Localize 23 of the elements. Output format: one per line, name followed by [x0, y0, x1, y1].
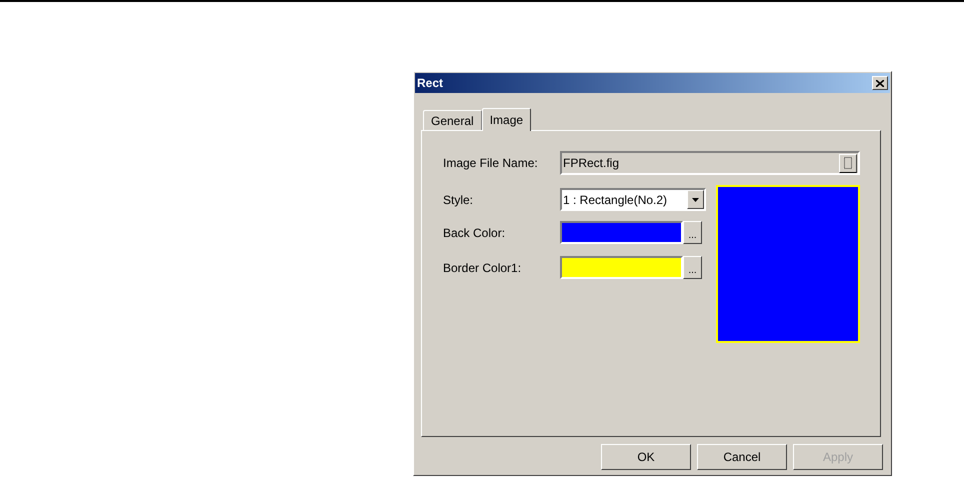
close-icon	[876, 80, 884, 86]
tab[interactable]: Image	[482, 108, 532, 131]
field-label: Style:	[443, 192, 474, 208]
color-field[interactable]	[560, 256, 683, 279]
window-title: Rect	[417, 75, 444, 92]
caret-icon	[692, 198, 699, 202]
dialog-button[interactable]: Cancel	[697, 444, 787, 470]
dropdown-arrow-button[interactable]	[687, 190, 704, 209]
color-field[interactable]	[560, 221, 683, 244]
file-name-field[interactable]: FPRect.fig	[560, 151, 860, 175]
ellipsis-button[interactable]: ...	[683, 256, 702, 279]
style-dropdown[interactable]: 1 : Rectangle(No.2)	[560, 188, 706, 211]
field-label: Border Color1:	[443, 260, 522, 276]
file-icon	[844, 157, 852, 169]
ellipsis-button[interactable]: ...	[683, 221, 702, 244]
field-label: Image File Name:	[443, 155, 539, 172]
field-label: Back Color:	[443, 224, 506, 242]
dropdown-value: 1 : Rectangle(No.2)	[562, 192, 668, 208]
close-button[interactable]	[872, 76, 888, 90]
field-value: FPRect.fig	[562, 155, 620, 172]
browse-button[interactable]	[839, 154, 857, 172]
dialog-button[interactable]: OK	[601, 444, 691, 470]
tab[interactable]: General	[423, 110, 482, 130]
